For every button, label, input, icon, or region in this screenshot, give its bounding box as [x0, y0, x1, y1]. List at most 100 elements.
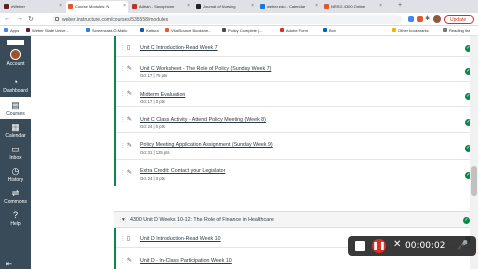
page-scrollbar[interactable]: [470, 36, 478, 269]
tab-favicon: [324, 4, 329, 9]
nav-inbox[interactable]: ▭ Inbox: [0, 141, 31, 163]
tab-favicon: [260, 4, 265, 9]
microphone-icon[interactable]: 🎤: [457, 240, 468, 251]
assignment-icon: ✎: [127, 117, 133, 123]
courses-icon: ▤: [11, 100, 20, 110]
module-item: ⋮⋮ ✎ Midterm Evaluation Oct 17 | 0 pts ✓…: [116, 82, 478, 107]
folder-icon: [392, 28, 396, 32]
browser-tab-journal[interactable]: Journal of Nursing ×: [194, 1, 256, 13]
help-icon: ?: [12, 210, 18, 220]
browser-tab-bar: eWeber × Course Modules: N × Adrian - Sa…: [0, 0, 478, 13]
bookmark-vitalsource[interactable]: VitalSource Bookshe...: [165, 28, 211, 33]
close-tab-icon[interactable]: ×: [187, 3, 190, 9]
module-item-link[interactable]: Unit D Introduction-Read Week 10: [140, 236, 221, 242]
nav-dashboard[interactable]: ◔ Dashboard: [0, 74, 31, 98]
nav-courses[interactable]: ▤ Courses: [0, 97, 31, 119]
account-avatar: [10, 49, 21, 60]
module-item-meta: Oct 17 | 0 pts: [140, 99, 165, 104]
nav-calendar[interactable]: ▦ Calendar: [0, 119, 31, 141]
other-bookmarks[interactable]: Other bookmarks: [392, 28, 429, 33]
extension-icon[interactable]: [408, 16, 414, 22]
module-item: ⋮⋮ ✎ Policy Meeting Application Assignme…: [116, 133, 478, 160]
bookmark-favicon: [222, 28, 226, 32]
browser-tab-eweber[interactable]: eWeber ×: [2, 1, 64, 13]
weber-logo[interactable]: [7, 40, 24, 45]
forward-icon[interactable]: →: [16, 15, 23, 22]
module-item-link[interactable]: Unit C Introduction-Read Week 7: [140, 45, 218, 51]
assignment-icon: ✎: [127, 91, 133, 97]
close-tab-icon[interactable]: ×: [315, 3, 318, 9]
module-item: ⋮⋮ ▯ Unit C Introduction-Read Week 7 ✓ ⋮: [116, 36, 478, 57]
module-header-unit-d[interactable]: ⋮⋮ ▾ 4300 Unit D Weeks 10-12: The Role o…: [114, 211, 478, 228]
extension-icon[interactable]: [417, 16, 423, 22]
reading-list-icon: [443, 28, 447, 32]
puzzle-icon[interactable]: ✱: [425, 15, 430, 22]
browser-tab-adrian[interactable]: Adrian - Saxophone ×: [130, 1, 192, 13]
global-nav: Account ◔ Dashboard ▤ Courses ▦ Calendar…: [0, 36, 31, 269]
tab-favicon: [132, 4, 137, 9]
bookmark-favicon: [323, 28, 327, 32]
address-bar-row: ← → ↻ weber.instructure.com/courses/5355…: [0, 13, 478, 26]
bookmark-weber-state[interactable]: Weber State Unive...: [26, 28, 69, 33]
bookmark-screencast[interactable]: Screencast-O-Matic: [86, 28, 127, 33]
url-field[interactable]: weber.instructure.com/courses/535558/mod…: [52, 15, 402, 24]
nav-account[interactable]: Account: [0, 46, 31, 72]
module-item-link[interactable]: Midterm Evaluation: [140, 92, 185, 98]
assignment-icon: ✎: [127, 143, 133, 149]
bookmark-kaltura[interactable]: Kaltura: [140, 28, 159, 33]
module-item: ⋮⋮ ✎ Unit C Worksheet - The Role of Poli…: [116, 57, 478, 82]
close-tab-icon[interactable]: ×: [379, 3, 382, 9]
module-item-link[interactable]: Extra Credit: Contact your Legislator: [140, 168, 225, 174]
stop-recording-button[interactable]: [355, 241, 365, 251]
bookmark-box[interactable]: Box: [323, 28, 336, 33]
cancel-recording-icon[interactable]: ✕: [393, 239, 401, 250]
scrollbar-thumb[interactable]: [471, 166, 477, 196]
nav-history[interactable]: ◷ History: [0, 163, 31, 185]
assignment-icon: ✎: [127, 66, 133, 72]
assignment-icon: ✎: [127, 258, 133, 264]
screen-recorder-bar: ❚❚ ✕ 00:00:02 🎤: [348, 236, 476, 256]
module-item: ⋮⋮ ✎ Extra Credit: Contact your Legislat…: [116, 160, 478, 186]
reload-icon[interactable]: ↻: [28, 15, 34, 23]
page-icon: ▯: [127, 236, 131, 242]
collapse-module-icon[interactable]: ▾: [122, 217, 125, 223]
module-unit-c: ⋮⋮ ▯ Unit C Introduction-Read Week 7 ✓ ⋮…: [114, 36, 478, 186]
modules-content: ⋮⋮ ▯ Unit C Introduction-Read Week 7 ✓ ⋮…: [31, 36, 478, 269]
bookmark-adobe-form[interactable]: Adobe Form: [280, 28, 308, 33]
module-item-link[interactable]: Policy Meeting Application Assignment (S…: [140, 142, 273, 148]
module-item-meta: Oct 24 | 0 pts: [140, 124, 165, 129]
module-item-link[interactable]: Unit C Class Activity - Attend Policy Me…: [140, 117, 266, 123]
module-item-meta: Oct 24 | 0 pts: [140, 176, 165, 181]
back-icon[interactable]: ←: [4, 15, 11, 22]
bookmark-policy-complete[interactable]: Policy Complete |...: [222, 28, 262, 33]
apps-icon: [4, 28, 8, 32]
tab-favicon: [68, 4, 73, 9]
module-item-link[interactable]: Unit C Worksheet - The Role of Policy (S…: [140, 66, 271, 72]
tab-favicon: [4, 4, 9, 9]
browser-tab-nrsg[interactable]: NRSG 4300 Online ×: [322, 1, 384, 13]
pause-recording-button[interactable]: ❚❚: [372, 239, 386, 253]
browser-tab-calendar[interactable]: weber.edu - Calendar ×: [258, 1, 320, 13]
bookmark-favicon: [140, 28, 144, 32]
reading-list[interactable]: Reading list: [443, 28, 470, 33]
nav-help[interactable]: ? Help: [0, 207, 31, 229]
tab-favicon: [196, 4, 201, 9]
bookmark-favicon: [86, 28, 90, 32]
close-tab-icon[interactable]: ×: [59, 3, 62, 9]
bookmark-apps[interactable]: Apps: [4, 28, 19, 33]
module-item-meta: Oct 31 | 125 pts: [140, 150, 170, 155]
assignment-icon: ✎: [127, 170, 133, 176]
module-item: ⋮⋮ ✎ Unit C Class Activity - Attend Poli…: [116, 107, 478, 133]
dashboard-icon: ◔: [12, 77, 19, 87]
profile-avatar[interactable]: [433, 15, 441, 23]
complete-check-icon: ✓: [463, 217, 470, 224]
update-button[interactable]: Update: [444, 15, 474, 24]
module-item-link[interactable]: Unit D - In-Class Participation Week 10: [140, 258, 232, 264]
close-tab-icon[interactable]: ×: [123, 3, 126, 9]
module-item-meta: Oct 17 | 75 pts: [140, 73, 168, 78]
close-tab-icon[interactable]: ×: [251, 3, 254, 9]
new-tab-button[interactable]: +: [398, 2, 402, 9]
nav-commons[interactable]: ⇌ Commons: [0, 185, 31, 207]
collapse-nav-icon[interactable]: ⇤: [6, 260, 12, 268]
browser-tab-course-modules[interactable]: Course Modules: N ×: [66, 1, 128, 13]
